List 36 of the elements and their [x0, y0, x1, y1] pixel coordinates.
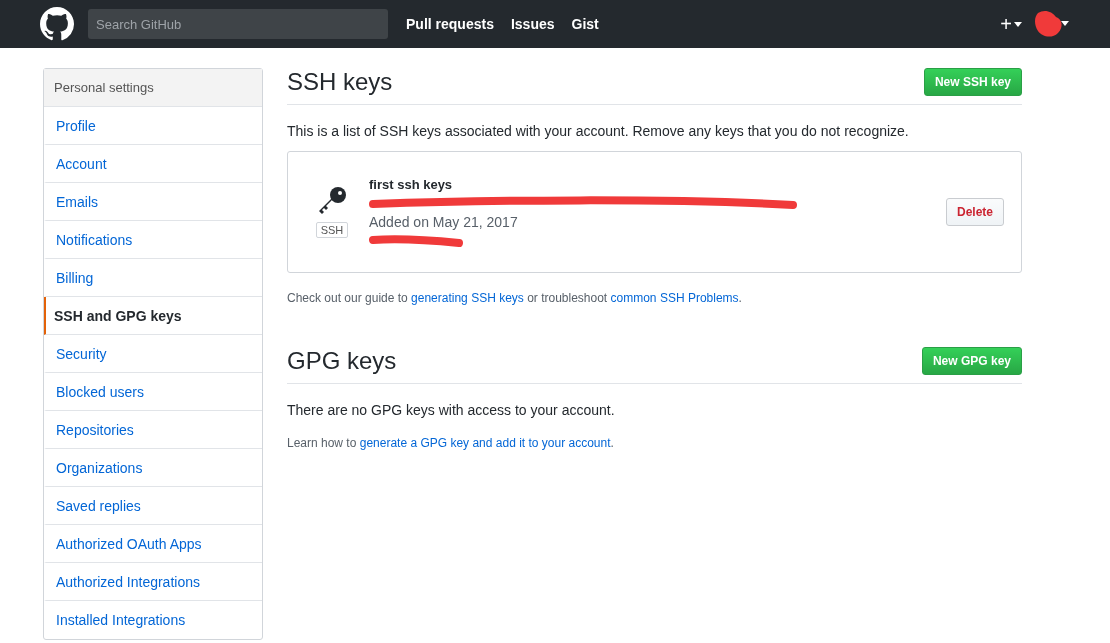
section-title: GPG keys — [287, 347, 397, 375]
help-text: Learn how to generate a GPG key and add it to your account. — [287, 436, 615, 450]
menu-item[interactable]: SSH and GPG keys — [44, 297, 262, 335]
menu-item[interactable]: Authorized OAuth Apps — [44, 525, 262, 563]
menu-item[interactable]: Organizations — [44, 449, 262, 487]
octocat-logo-icon[interactable] — [40, 7, 74, 41]
menu-title: Personal settings — [44, 69, 262, 107]
nav-link[interactable]: Issues — [510, 16, 555, 32]
new-menu-button[interactable]: + — [1000, 12, 1022, 36]
nav-link[interactable]: Gist — [571, 16, 599, 32]
help-link[interactable]: common SSH Problems — [610, 291, 739, 305]
menu-item[interactable]: Saved replies — [44, 487, 262, 525]
help-text: Check out our guide to generating SSH keys or troubleshoot common SSH Problems. — [287, 291, 743, 305]
menu-item[interactable]: Installed Integrations — [44, 601, 262, 639]
nav-link[interactable]: Pull requests — [406, 16, 494, 32]
menu-item[interactable]: Security — [44, 335, 262, 373]
menu-item[interactable]: Authorized Integrations — [44, 563, 262, 601]
caret-icon — [1014, 21, 1022, 27]
intro-text: This is a list of SSH keys associated with your account. Remove any keys that you do not recognize. — [287, 123, 910, 139]
key-type-label: SSH — [315, 222, 349, 238]
menu-item[interactable]: Billing — [44, 259, 262, 297]
search-field[interactable]: Search GitHub — [88, 9, 388, 39]
help-link[interactable]: generating SSH keys — [411, 291, 524, 305]
menu-item[interactable]: Emails — [44, 183, 262, 221]
menu-item[interactable]: Blocked users — [44, 373, 262, 411]
section-title: SSH keys — [287, 68, 393, 96]
added-date: Added on May 21, 2017 — [369, 213, 519, 230]
menu-item[interactable]: Notifications — [44, 221, 262, 259]
menu-item[interactable]: Profile — [44, 107, 262, 145]
key-title: first ssh keys — [369, 176, 454, 192]
delete-button[interactable]: Delete — [945, 198, 1004, 226]
redacted-avatar-icon[interactable] — [1034, 9, 1070, 39]
empty-message: There are no GPG keys with access to your account. — [287, 402, 616, 418]
menu-item[interactable]: Account — [44, 145, 262, 183]
menu-item[interactable]: Repositories — [44, 411, 262, 449]
help-link[interactable]: generate a GPG key and add it to your account — [359, 436, 611, 450]
